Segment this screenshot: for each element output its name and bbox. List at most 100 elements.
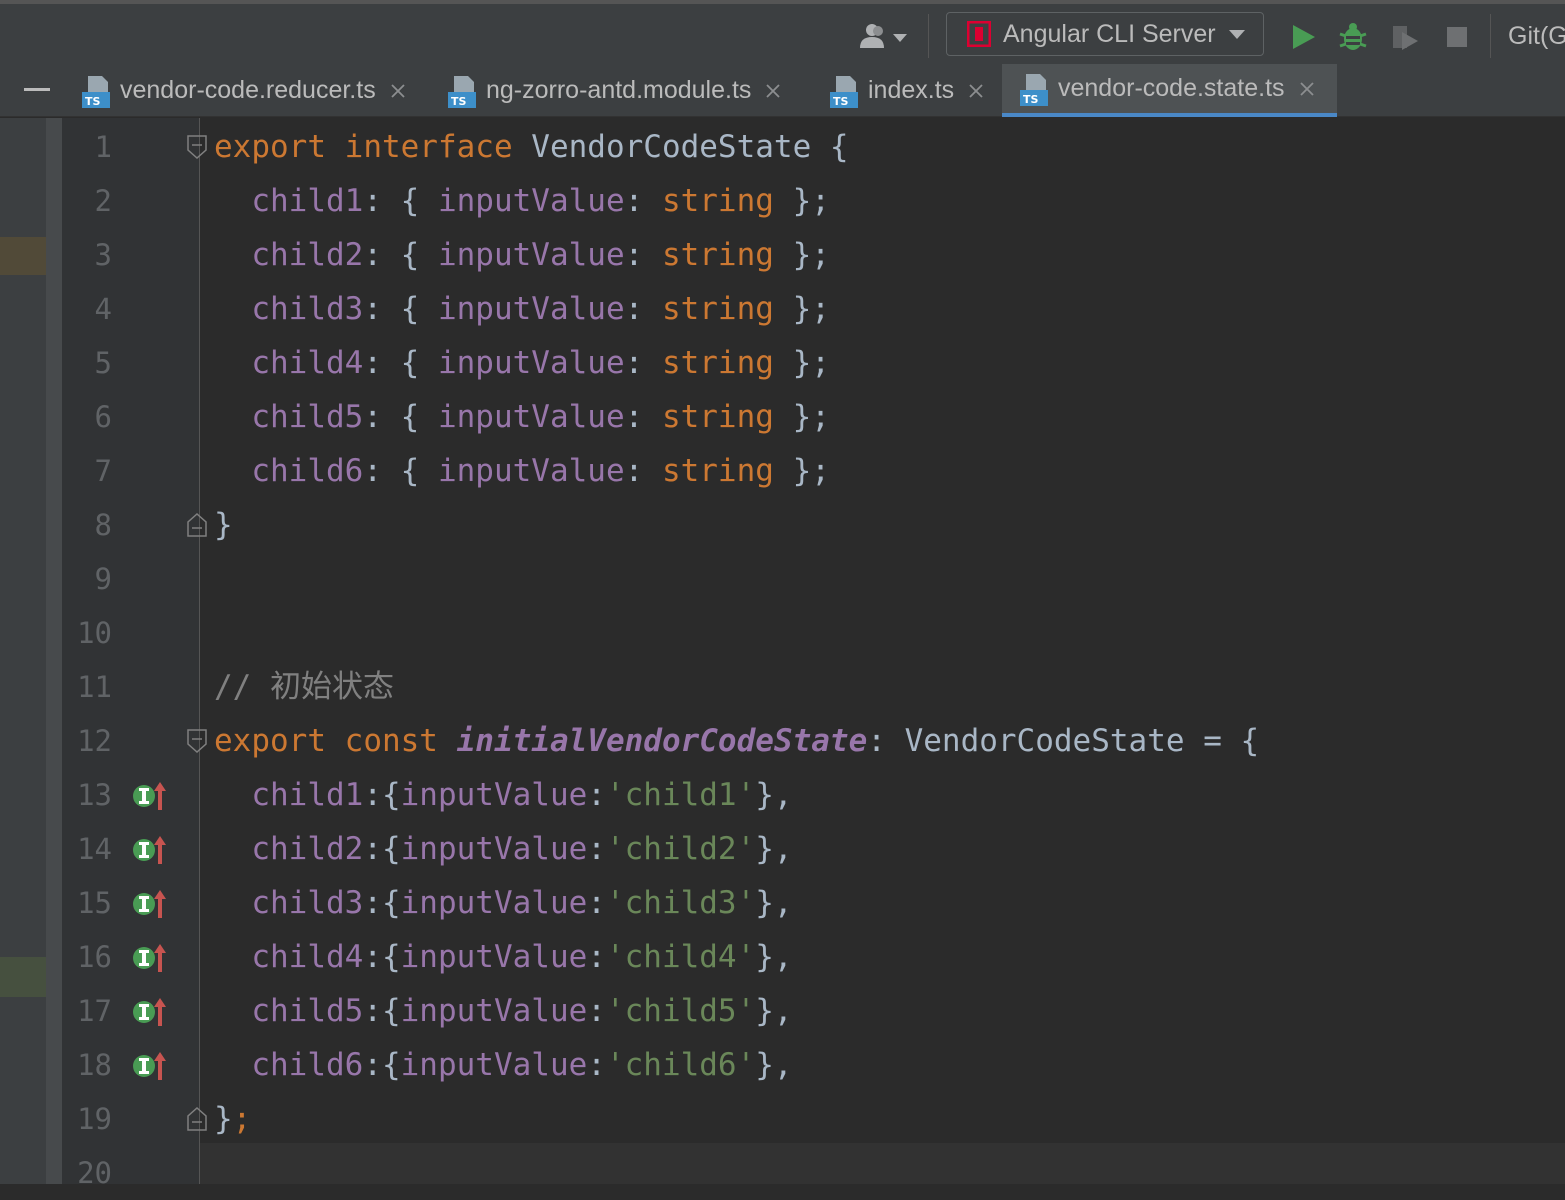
code-token: :	[624, 291, 662, 327]
code-token: inputValue	[400, 939, 588, 975]
tab-vendor-code-reducer[interactable]: TS vendor-code.reducer.ts	[64, 64, 428, 117]
code-line[interactable]: };	[214, 1092, 251, 1146]
code-token: :	[624, 183, 662, 219]
code-line[interactable]: child6:{inputValue:'child6'},	[214, 1038, 792, 1092]
line-number: 17	[77, 994, 112, 1028]
toolbar-separator	[1490, 14, 1491, 58]
close-icon[interactable]	[390, 83, 406, 99]
code-line[interactable]: child1:{inputValue:'child1'},	[214, 768, 793, 822]
line-number: 5	[94, 346, 112, 380]
code-token: inputValue	[400, 831, 588, 867]
line-number: 9	[94, 562, 112, 596]
code-token: 'child5'	[605, 993, 756, 1029]
run-configuration-select[interactable]: Angular CLI Server	[946, 12, 1264, 56]
code-token: child1	[214, 183, 364, 219]
stop-icon[interactable]	[1442, 22, 1472, 52]
git-menu[interactable]: Git(G	[1508, 22, 1565, 51]
code-line[interactable]: child4: { inputValue: string };	[214, 336, 830, 390]
fold-icon[interactable]	[186, 512, 208, 538]
code-line[interactable]: child3:{inputValue:'child3'},	[214, 876, 792, 930]
coverage-icon[interactable]	[1390, 22, 1420, 52]
code-token: :{	[363, 939, 401, 975]
run-icon[interactable]	[1288, 22, 1318, 52]
code-token: inputValue	[437, 345, 625, 381]
line-number: 13	[77, 778, 112, 812]
svg-text:TS: TS	[451, 95, 467, 108]
code-token: }	[214, 1101, 233, 1137]
code-token: child5	[214, 993, 364, 1029]
code-token: const	[344, 723, 457, 759]
user-menu-icon[interactable]	[858, 22, 910, 52]
main-toolbar: Angular CLI Server Git(G	[0, 0, 1565, 64]
fold-icon[interactable]	[186, 134, 208, 160]
code-token: child4	[214, 939, 364, 975]
close-icon[interactable]	[1299, 81, 1315, 97]
code-token: interface	[344, 129, 532, 165]
code-token: },	[755, 777, 793, 813]
implements-icon[interactable]	[132, 1048, 168, 1082]
code-line[interactable]: export interface VendorCodeState {	[214, 120, 849, 174]
minimize-icon[interactable]	[24, 88, 50, 91]
code-line[interactable]: child3: { inputValue: string };	[214, 282, 830, 336]
code-token: :	[624, 399, 662, 435]
implements-icon[interactable]	[132, 778, 168, 812]
code-token: :	[624, 453, 662, 489]
code-line[interactable]: child6: { inputValue: string };	[214, 444, 830, 498]
code-line[interactable]: export const initialVendorCodeState: Ven…	[214, 714, 1259, 768]
code-line[interactable]: child2: { inputValue: string };	[214, 228, 830, 282]
implements-icon[interactable]	[132, 994, 168, 1028]
code-token: export	[214, 129, 345, 165]
code-token: initialVendorCodeState	[456, 723, 868, 759]
line-number: 10	[77, 616, 112, 650]
code-line[interactable]: child4:{inputValue:'child4'},	[214, 930, 792, 984]
code-token: :	[587, 885, 606, 921]
code-token: : {	[363, 345, 438, 381]
code-line[interactable]: child1: { inputValue: string };	[214, 174, 830, 228]
svg-text:TS: TS	[85, 95, 101, 108]
code-line[interactable]: }	[214, 498, 233, 552]
line-number: 2	[94, 184, 112, 218]
code-token: :	[587, 993, 606, 1029]
line-number: 19	[77, 1102, 112, 1136]
code-token: : {	[363, 399, 438, 435]
code-token: child5	[214, 399, 364, 435]
fold-icon[interactable]	[186, 1106, 208, 1132]
chevron-down-icon	[1229, 30, 1245, 39]
code-line[interactable]: // 初始状态	[214, 660, 394, 714]
code-token: : {	[363, 183, 438, 219]
code-token: child3	[214, 291, 364, 327]
code-token: inputValue	[437, 399, 625, 435]
code-token: child6	[214, 1047, 364, 1083]
implements-icon[interactable]	[132, 940, 168, 974]
code-line[interactable]: child5:{inputValue:'child5'},	[214, 984, 792, 1038]
code-token: :{	[363, 1047, 401, 1083]
line-number: 11	[77, 670, 112, 704]
implements-icon[interactable]	[132, 886, 168, 920]
code-token: export	[214, 723, 345, 759]
editor-side-bar	[46, 118, 62, 1184]
svg-text:TS: TS	[833, 95, 849, 108]
code-token: inputValue	[400, 993, 588, 1029]
debug-icon[interactable]	[1338, 22, 1368, 52]
code-token: inputValue	[400, 777, 588, 813]
close-icon[interactable]	[968, 83, 984, 99]
typescript-file-icon: TS	[82, 75, 110, 108]
tab-ng-zorro-antd-module[interactable]: TS ng-zorro-antd.module.ts	[430, 64, 812, 117]
code-token: :	[587, 831, 606, 867]
implements-icon[interactable]	[132, 832, 168, 866]
code-line[interactable]: child2:{inputValue:'child2'},	[214, 822, 792, 876]
fold-icon[interactable]	[186, 728, 208, 754]
code-line[interactable]: child5: { inputValue: string };	[214, 390, 830, 444]
tab-index[interactable]: TS index.ts	[812, 64, 1002, 117]
tab-vendor-code-state[interactable]: TS vendor-code.state.ts	[1002, 64, 1337, 117]
tool-window-strip	[0, 118, 46, 1184]
line-number: 7	[94, 454, 112, 488]
code-token: inputValue	[437, 453, 625, 489]
line-number: 3	[94, 238, 112, 272]
code-token: inputValue	[437, 291, 625, 327]
toolbar-separator	[928, 14, 929, 58]
code-token: string	[661, 345, 774, 381]
tab-label: vendor-code.reducer.ts	[120, 76, 376, 104]
close-icon[interactable]	[765, 83, 781, 99]
angular-icon	[967, 21, 991, 47]
